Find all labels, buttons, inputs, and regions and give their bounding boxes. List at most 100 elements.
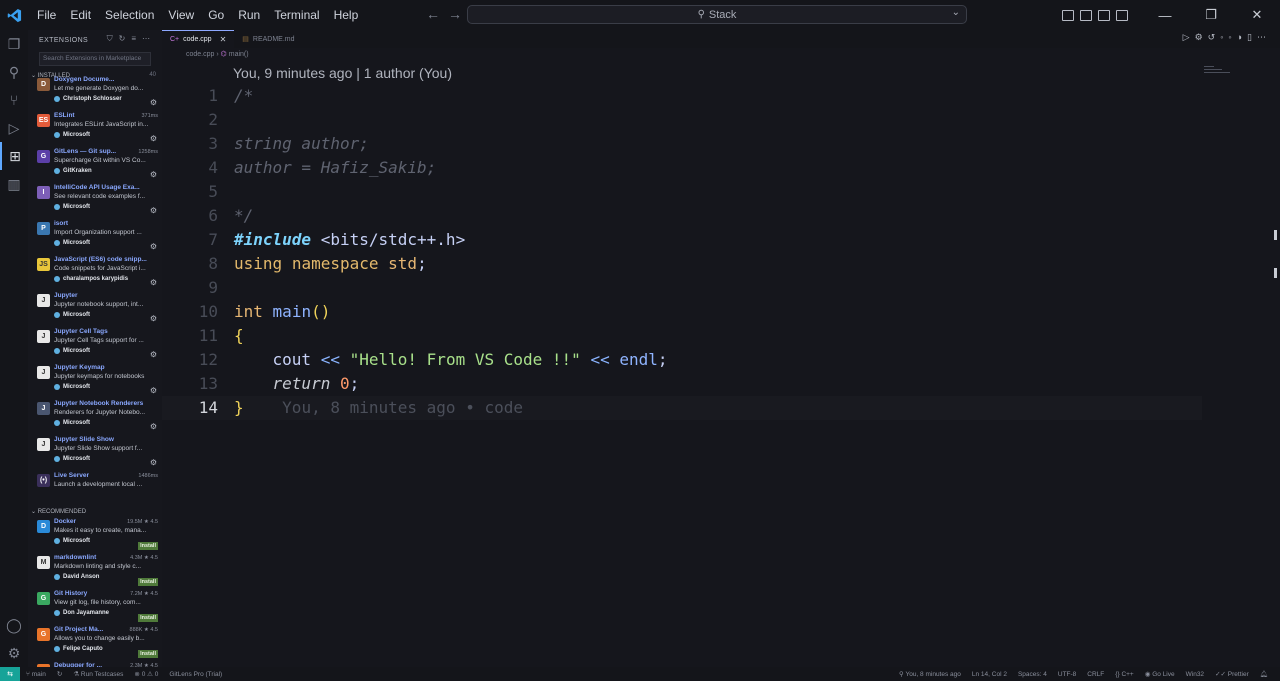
extensions-search-input[interactable]: Search Extensions in Marketplace [39, 52, 151, 66]
open-changes-icon[interactable]: ↺ [1208, 32, 1216, 43]
code-line[interactable]: /* [234, 84, 253, 108]
manage-gear-icon[interactable]: ⚙ [150, 98, 157, 107]
breadcrumb-file[interactable]: code.cpp [186, 51, 214, 58]
sync-icon[interactable]: ↻ [57, 670, 62, 678]
language-status[interactable]: {} C++ [1115, 671, 1133, 678]
account-icon[interactable]: ◯ [0, 611, 28, 639]
extension-item[interactable]: Mmarkdownlint 4.3M ★ 4.5 Markdown linting … [28, 552, 162, 588]
settings-icon[interactable]: ⚙ [1195, 32, 1203, 43]
minimap[interactable] [1204, 66, 1264, 80]
problems-status[interactable]: ⊗ 0 ⚠ 0 [134, 670, 158, 678]
split-editor-icon[interactable]: ▯ [1247, 32, 1252, 43]
toggle-secondary-sidebar-icon[interactable] [1098, 9, 1110, 21]
extension-item[interactable]: J Jupyter Keymap Jupyter keymaps for noteb… [28, 362, 162, 398]
explorer-icon[interactable]: ❐ [0, 30, 28, 58]
code-line[interactable]: */ [234, 204, 253, 228]
recommended-section-header[interactable]: ⌄ RECOMMENDED [28, 506, 162, 516]
extension-item[interactable]: J Jupyter Slide Show Jupyter Slide Show su… [28, 434, 162, 470]
extension-item[interactable]: (•) Live Server 1486ms Launch a development… [28, 470, 162, 506]
tab-code-cpp[interactable]: C+ code.cpp ✕ [162, 30, 235, 48]
close-tab-icon[interactable]: ✕ [220, 35, 227, 44]
extension-item[interactable]: JS JavaScript (ES6) code snipp... Code sni… [28, 254, 162, 290]
code-line[interactable]: { [234, 324, 244, 348]
manage-gear-icon[interactable]: ⚙ [150, 350, 157, 359]
manage-gear-icon[interactable]: ⚙ [150, 314, 157, 323]
run-code-icon[interactable]: ▷ [1183, 32, 1190, 43]
extension-item[interactable]: ES ESLint 371ms Integrates ESLint JavaScrip… [28, 110, 162, 146]
toggle-blame-icon[interactable]: ◑ [1237, 32, 1242, 43]
code-line[interactable]: cout << "Hello! From VS Code !!" << endl… [234, 348, 668, 372]
manage-gear-icon[interactable]: ⚙ [150, 458, 157, 467]
blame-status[interactable]: ⚲ You, 8 minutes ago [899, 670, 961, 678]
toggle-panel-icon[interactable] [1080, 9, 1092, 21]
menu-selection[interactable]: Selection [98, 0, 161, 30]
install-button[interactable]: Install [138, 614, 158, 622]
source-control-icon[interactable]: ⑂ [0, 86, 28, 114]
extension-item[interactable]: D Docker 19.5M ★ 4.5 Makes it easy to creat… [28, 516, 162, 552]
menu-edit[interactable]: Edit [63, 0, 98, 30]
menu-go[interactable]: Go [201, 0, 231, 30]
next-revision-icon[interactable]: ◦ [1228, 32, 1231, 43]
customize-layout-icon[interactable] [1116, 9, 1128, 21]
indentation-status[interactable]: Spaces: 4 [1018, 671, 1047, 678]
arrow-left-icon[interactable]: ← [426, 6, 440, 22]
charts-icon[interactable]: ▥ [0, 170, 28, 198]
extensions-icon[interactable]: ⊞ [0, 142, 28, 170]
scrollbar-markers[interactable] [1274, 230, 1277, 306]
chevron-down-icon[interactable]: ⌄ [952, 7, 960, 18]
sidebar-actions[interactable]: ⛉↻≡⋯ [107, 34, 156, 44]
extension-item[interactable]: I IntelliCode API Usage Exa... See relevan… [28, 182, 162, 218]
extension-item[interactable]: G GitLens — Git sup... 1258ms Supercharge G… [28, 146, 162, 182]
arrow-right-icon[interactable]: → [448, 6, 462, 22]
inline-blame[interactable]: You, 8 minutes ago • code [282, 398, 523, 417]
extension-item[interactable]: Pisort Import Organization support ... Mic… [28, 218, 162, 254]
extension-item[interactable]: D Doxygen Docume... Let me generate Doxyge… [28, 74, 162, 110]
remote-icon[interactable]: ⇆ [0, 667, 20, 681]
more-actions-icon[interactable]: ⋯ [1257, 32, 1266, 43]
previous-revision-icon[interactable]: ◦ [1220, 32, 1223, 43]
menu-view[interactable]: View [161, 0, 201, 30]
eol-status[interactable]: CRLF [1087, 671, 1104, 678]
command-center[interactable]: ⚲ Stack ⌄ [467, 5, 967, 24]
extension-item[interactable]: J Jupyter Cell Tags Jupyter Cell Tags supp… [28, 326, 162, 362]
blame-codelens[interactable]: You, 9 minutes ago | 1 author (You) [233, 65, 452, 81]
menu-file[interactable]: File [30, 0, 63, 30]
code-line[interactable]: author = Hafiz_Sakib; [234, 156, 436, 180]
search-activity-icon[interactable]: ⚲ [0, 58, 28, 86]
code-line[interactable]: using namespace std; [234, 252, 427, 276]
extension-item[interactable]: FDebugger for ...2.3M ★ 4.5 [28, 660, 162, 667]
menu-help[interactable]: Help [327, 0, 366, 30]
platform-status[interactable]: Win32 [1186, 671, 1204, 678]
notifications-bell-icon[interactable]: 🔔︎ [1260, 670, 1268, 678]
branch-status[interactable]: ⑂ main [26, 671, 46, 678]
extension-item[interactable]: J Jupyter Notebook Renderers Renderers for… [28, 398, 162, 434]
manage-gear-icon[interactable]: ⚙ [150, 386, 157, 395]
manage-gear-icon[interactable]: ⚙ [150, 134, 157, 143]
code-line[interactable]: string author; [234, 132, 369, 156]
code-line[interactable]: return 0; [234, 372, 360, 396]
tab-readme-md[interactable]: ▤ README.md [234, 30, 302, 48]
gitlens-status[interactable]: GitLens Pro (Trial) [169, 671, 222, 678]
menu-terminal[interactable]: Terminal [267, 0, 326, 30]
manage-gear-icon[interactable]: ⚙ [150, 242, 157, 251]
run-debug-icon[interactable]: ▷ [0, 114, 28, 142]
install-button[interactable]: Install [138, 578, 158, 586]
encoding-status[interactable]: UTF-8 [1058, 671, 1076, 678]
extension-item[interactable]: J Jupyter Jupyter notebook support, int...… [28, 290, 162, 326]
install-button[interactable]: Install [138, 650, 158, 658]
cursor-position-status[interactable]: Ln 14, Col 2 [972, 671, 1007, 678]
menu-run[interactable]: Run [231, 0, 267, 30]
breadcrumb-symbol[interactable]: main() [229, 51, 249, 58]
minimize-button[interactable]: — [1142, 0, 1188, 30]
close-window-button[interactable]: ✕ [1234, 0, 1280, 30]
manage-gear-icon[interactable]: ⚙ [150, 278, 157, 287]
code-line[interactable]: } You, 8 minutes ago • code [234, 396, 523, 420]
install-button[interactable]: Install [138, 542, 158, 550]
prettier-status[interactable]: ✓✓ Prettier [1215, 670, 1249, 678]
extension-item[interactable]: G Git History 7.2M ★ 4.5 View git log, file… [28, 588, 162, 624]
extension-item[interactable]: G Git Project Ma... 888K ★ 4.5 Allows you t… [28, 624, 162, 660]
manage-gear-icon[interactable]: ⚙ [150, 170, 157, 179]
manage-gear-icon[interactable]: ⚙ [0, 639, 28, 667]
manage-gear-icon[interactable]: ⚙ [150, 422, 157, 431]
run-testcases-status[interactable]: ⚗ Run Testcases [73, 670, 123, 678]
